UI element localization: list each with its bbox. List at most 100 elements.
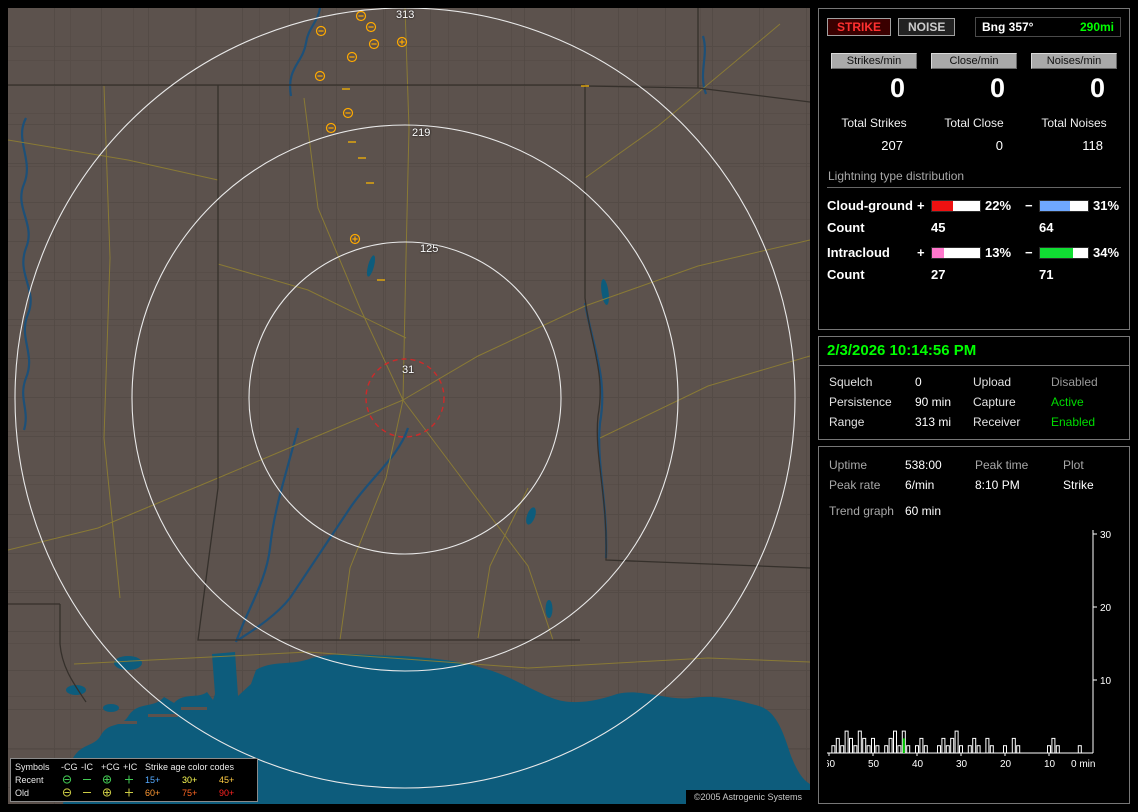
barrier-island xyxy=(181,707,207,710)
noises-per-min-value: 0 xyxy=(1089,73,1105,103)
total-noises-label: Total Noises xyxy=(1041,116,1107,130)
age-code: 60+ xyxy=(145,787,161,798)
distribution-title: Lightning type distribution xyxy=(827,169,1121,188)
count-label: Count xyxy=(827,267,865,282)
svg-text:30: 30 xyxy=(1100,530,1112,541)
settings-row: Squelch 0 Upload Disabled xyxy=(827,372,1121,392)
cg-plus-count: 45 xyxy=(931,220,946,235)
pos-cg-icon xyxy=(101,774,123,785)
strikes-per-min-value: 0 xyxy=(889,73,905,103)
plot-label: Plot xyxy=(1063,458,1084,472)
peak-rate-value: 6/min xyxy=(905,478,935,492)
legend-type-pos-ic: +IC xyxy=(123,761,138,772)
barrier-island xyxy=(148,714,178,717)
age-code: 75+ xyxy=(182,787,198,798)
svg-text:60: 60 xyxy=(827,759,836,770)
legend-row-old-label: Old xyxy=(15,787,30,798)
close-per-min-button[interactable]: Close/min xyxy=(931,53,1017,69)
ic-plus-bar xyxy=(931,246,981,259)
close-per-min-column: Close/min 0 Total Close 0 xyxy=(927,53,1021,153)
noise-mode-button[interactable]: NOISE xyxy=(898,18,956,36)
cg-plus-bar xyxy=(931,199,981,212)
noises-per-min-column: Noises/min 0 Total Noises 118 xyxy=(1027,53,1121,153)
legend-row-recent-label: Recent xyxy=(15,774,44,785)
capture-label: Capture xyxy=(973,395,1016,409)
pos-cg-icon xyxy=(101,787,123,798)
noises-per-min-button[interactable]: Noises/min xyxy=(1031,53,1117,69)
uptime-row: Uptime 538:00 Peak time Plot xyxy=(827,455,1121,475)
svg-text:30: 30 xyxy=(956,759,968,770)
ic-minus-count: 71 xyxy=(1039,267,1054,282)
bearing-range: 290mi xyxy=(1079,20,1114,34)
svg-text:40: 40 xyxy=(912,759,924,770)
cg-minus-bar xyxy=(1039,199,1089,212)
cg-minus-pct: 31% xyxy=(1093,198,1120,213)
strike-mode-button[interactable]: STRIKE xyxy=(827,18,892,36)
legend-type-pos-cg: +CG xyxy=(101,761,120,772)
age-code: 90+ xyxy=(219,787,235,798)
legend-type-neg-ic: -IC xyxy=(81,761,93,772)
settings-row: Range 313 mi Receiver Enabled xyxy=(827,412,1121,432)
ring-label-close: 31 xyxy=(402,364,415,376)
plot-value: Strike xyxy=(1063,478,1094,492)
peak-time-value: 8:10 PM xyxy=(975,478,1020,492)
age-code: 30+ xyxy=(182,774,198,785)
map-view[interactable]: 313 219 125 31 Symbols -CG -IC +CG +IC S… xyxy=(8,8,810,804)
total-close-label: Total Close xyxy=(944,116,1004,130)
counters-box: STRIKE NOISE Bng 357° 290mi Strikes/min … xyxy=(818,8,1130,330)
uptime-value: 538:00 xyxy=(905,458,942,472)
trend-graph-label: Trend graph xyxy=(829,504,894,518)
total-strikes-value: 207 xyxy=(881,138,903,153)
lightning-detector-app: { "app": { "copyright": "©2005 Astrogeni… xyxy=(0,0,1138,812)
cg-plus-pct: 22% xyxy=(985,198,1012,213)
receiver-label: Receiver xyxy=(973,415,1021,429)
upload-label: Upload xyxy=(973,375,1012,389)
pos-ic-icon xyxy=(123,774,145,785)
range-label: Range xyxy=(829,415,865,429)
cg-minus-count: 64 xyxy=(1039,220,1054,235)
persistence-value: 90 min xyxy=(915,395,952,409)
total-close-value: 0 xyxy=(995,138,1003,153)
cloud-ground-label: Cloud-ground xyxy=(827,198,913,213)
peak-rate-row: Peak rate 6/min 8:10 PM Strike xyxy=(827,475,1121,495)
ring-label-middle: 219 xyxy=(412,127,431,139)
trend-graph-row: Trend graph 60 min xyxy=(827,501,1121,521)
svg-text:50: 50 xyxy=(868,759,880,770)
age-code: 45+ xyxy=(219,774,235,785)
peak-rate-label: Peak rate xyxy=(829,478,881,492)
persistence-label: Persistence xyxy=(829,395,892,409)
range-value: 313 mi xyxy=(915,415,952,429)
cloud-ground-row: Cloud-ground + 22% − 31% xyxy=(827,198,1121,213)
capture-status: Active xyxy=(1051,395,1084,409)
ic-minus-bar xyxy=(1039,246,1089,259)
settings-box: 2/3/2026 10:14:56 PM Squelch 0 Upload Di… xyxy=(818,336,1130,440)
peak-time-label: Peak time xyxy=(975,458,1029,472)
intracloud-count-row: Count 27 71 xyxy=(827,267,1121,282)
squelch-label: Squelch xyxy=(829,375,873,389)
svg-text:20: 20 xyxy=(1100,603,1112,614)
barrier-island xyxy=(103,721,137,724)
minus-sign: − xyxy=(1025,198,1033,213)
squelch-value: 0 xyxy=(915,375,922,389)
legend-age-header: Strike age color codes xyxy=(145,761,235,772)
trend-graph-window: 60 min xyxy=(905,504,942,518)
svg-text:10: 10 xyxy=(1044,759,1056,770)
copyright-notice: ©2005 Astrogenic Systems xyxy=(685,790,810,804)
count-label: Count xyxy=(827,220,865,235)
status-panel: STRIKE NOISE Bng 357° 290mi Strikes/min … xyxy=(818,8,1130,810)
total-strikes-label: Total Strikes xyxy=(841,116,907,130)
legend-symbols-header: Symbols xyxy=(15,761,50,772)
ic-plus-count: 27 xyxy=(931,267,946,282)
map-graphic xyxy=(8,8,810,804)
svg-text:20: 20 xyxy=(1000,759,1012,770)
upload-status: Disabled xyxy=(1051,375,1098,389)
strikes-per-min-column: Strikes/min 0 Total Strikes 207 xyxy=(827,53,921,153)
cloud-ground-count-row: Count 45 64 xyxy=(827,220,1121,235)
pos-ic-icon xyxy=(123,787,145,798)
svg-text:0 min: 0 min xyxy=(1071,759,1095,770)
strikes-per-min-button[interactable]: Strikes/min xyxy=(831,53,917,69)
bearing-readout: Bng 357° 290mi xyxy=(975,17,1121,37)
trend-graph-plot: 10 20 30 60 50 40 30 20 10 0 min xyxy=(824,530,1112,770)
legend-type-neg-cg: -CG xyxy=(61,761,78,772)
intracloud-label: Intracloud xyxy=(827,245,890,260)
